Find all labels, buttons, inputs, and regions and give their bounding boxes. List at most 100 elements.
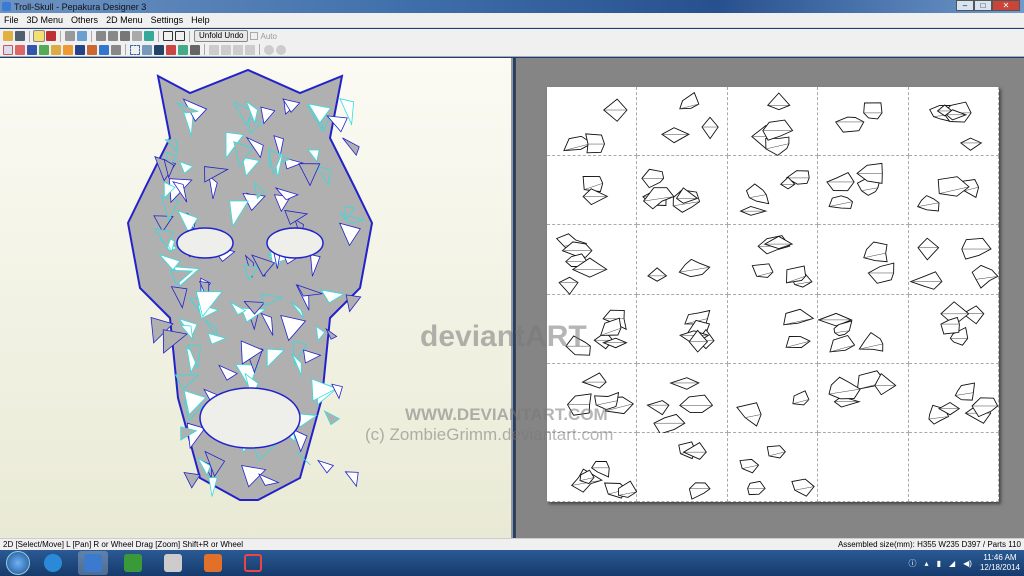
unfold-undo-button[interactable]: Unfold Undo	[194, 30, 249, 42]
3d-model-troll-skull[interactable]	[0, 58, 513, 538]
window-right-icon[interactable]	[175, 31, 185, 41]
unfolded-part[interactable]	[661, 127, 691, 144]
network-icon[interactable]: ▮	[937, 559, 941, 568]
menu-3d[interactable]: 3D Menu	[23, 15, 68, 25]
unfolded-part[interactable]	[863, 241, 888, 263]
points-icon[interactable]	[144, 31, 154, 41]
unfolded-part[interactable]	[600, 317, 622, 336]
select-icon[interactable]	[3, 44, 13, 55]
unfolded-part[interactable]	[829, 334, 856, 353]
unfold-icon[interactable]	[77, 31, 87, 41]
window-left-icon[interactable]	[163, 31, 173, 41]
cylinder-icon[interactable]	[108, 31, 118, 41]
unfolded-part[interactable]	[585, 133, 605, 154]
unfolded-part[interactable]	[826, 172, 855, 192]
color-cube-icon[interactable]	[46, 31, 56, 41]
arrange-icon[interactable]	[130, 44, 140, 55]
clock[interactable]: 11:46 AM 12/18/2014	[980, 553, 1020, 573]
unfolded-part[interactable]	[960, 238, 992, 261]
pencil-icon[interactable]	[96, 31, 106, 41]
close-button[interactable]: ✕	[992, 0, 1020, 11]
unfolded-part[interactable]	[863, 102, 883, 120]
minimize-button[interactable]: –	[956, 0, 974, 11]
unfolded-part[interactable]	[739, 458, 760, 474]
2d-view[interactable]	[515, 58, 1024, 538]
show-hidden-icon[interactable]: ▴	[925, 559, 929, 568]
save-icon[interactable]	[15, 31, 25, 41]
rotate-icon[interactable]	[65, 31, 75, 41]
unfolded-part[interactable]	[792, 390, 810, 406]
start-button[interactable]	[6, 551, 30, 575]
unfolded-part[interactable]	[647, 267, 668, 283]
mirror-icon[interactable]	[111, 44, 121, 55]
page-icon[interactable]	[154, 44, 164, 55]
unfolded-part[interactable]	[669, 377, 701, 390]
unfolded-part[interactable]	[766, 445, 786, 459]
print-icon[interactable]	[190, 44, 200, 55]
unfolded-part[interactable]	[689, 482, 712, 500]
unfolded-part[interactable]	[937, 176, 970, 197]
rotate-part-icon[interactable]	[99, 44, 109, 55]
3d-view[interactable]	[0, 58, 513, 538]
taskbar-internet-explorer[interactable]	[38, 551, 68, 575]
info-icon[interactable]: ⓘ	[909, 558, 917, 569]
unfolded-part[interactable]	[917, 237, 939, 261]
menu-help[interactable]: Help	[187, 15, 214, 25]
unfolded-part[interactable]	[782, 308, 815, 325]
open-icon[interactable]	[3, 31, 13, 41]
frame-icon[interactable]	[27, 44, 37, 55]
volume-icon[interactable]: ◀)	[963, 559, 972, 568]
unfolded-part[interactable]	[735, 402, 762, 427]
page-cell	[818, 87, 909, 157]
unfolded-part[interactable]	[581, 372, 607, 389]
text-icon[interactable]	[63, 44, 73, 55]
unfolded-part[interactable]	[751, 263, 774, 279]
menu-2d[interactable]: 2D Menu	[102, 15, 147, 25]
image-icon[interactable]	[75, 44, 85, 55]
unfolded-part[interactable]	[908, 271, 943, 291]
page-cell	[637, 433, 728, 503]
unfolded-part[interactable]	[828, 376, 862, 400]
taskbar-app-red[interactable]	[238, 551, 268, 575]
menu-settings[interactable]: Settings	[147, 15, 188, 25]
color-icon[interactable]	[39, 44, 49, 55]
scale-icon[interactable]	[142, 44, 152, 55]
toolbar-main: Unfold Undo Auto	[0, 29, 1024, 43]
unfolded-part[interactable]	[766, 92, 791, 111]
taskbar-app-media[interactable]	[158, 551, 188, 575]
unfolded-part[interactable]	[646, 399, 670, 416]
status-bar: 2D [Select/Move] L [Pan] R or Wheel Drag…	[0, 538, 1024, 550]
move-icon[interactable]	[87, 44, 97, 55]
menu-others[interactable]: Others	[67, 15, 102, 25]
flap-icon[interactable]	[51, 44, 61, 55]
unfolded-part[interactable]	[590, 460, 610, 478]
unfolded-part[interactable]	[954, 382, 975, 401]
disabled-tool-icon	[221, 44, 231, 55]
join-icon[interactable]	[15, 44, 25, 55]
unfolded-part[interactable]	[746, 480, 766, 496]
menu-file[interactable]: File	[0, 15, 23, 25]
taskbar-app-green[interactable]	[118, 551, 148, 575]
page-cell	[908, 294, 999, 364]
maximize-button[interactable]: □	[974, 0, 992, 11]
unfolded-part[interactable]	[558, 277, 579, 296]
unfolded-part[interactable]	[835, 116, 865, 133]
signal-icon[interactable]: ◢	[949, 559, 955, 568]
unfolded-part[interactable]	[939, 316, 960, 335]
taskbar-pepakura[interactable]	[78, 551, 108, 575]
unfolded-part[interactable]	[745, 183, 770, 205]
taskbar-app-office[interactable]	[198, 551, 228, 575]
auto-checkbox[interactable]: Auto	[250, 32, 277, 41]
anchor-icon[interactable]	[120, 31, 130, 41]
unfolded-part[interactable]	[679, 394, 714, 413]
unfolded-part[interactable]	[828, 195, 854, 210]
unfolded-part[interactable]	[791, 478, 815, 497]
lightbulb-icon[interactable]	[33, 30, 45, 42]
unfolded-part[interactable]	[653, 413, 686, 435]
unfolded-part[interactable]	[959, 137, 982, 151]
edge-icon[interactable]	[132, 31, 142, 41]
unfolded-part[interactable]	[701, 116, 720, 140]
unfolded-part[interactable]	[565, 335, 591, 356]
settings-print-icon[interactable]	[178, 44, 188, 55]
layout-icon[interactable]	[166, 44, 176, 55]
